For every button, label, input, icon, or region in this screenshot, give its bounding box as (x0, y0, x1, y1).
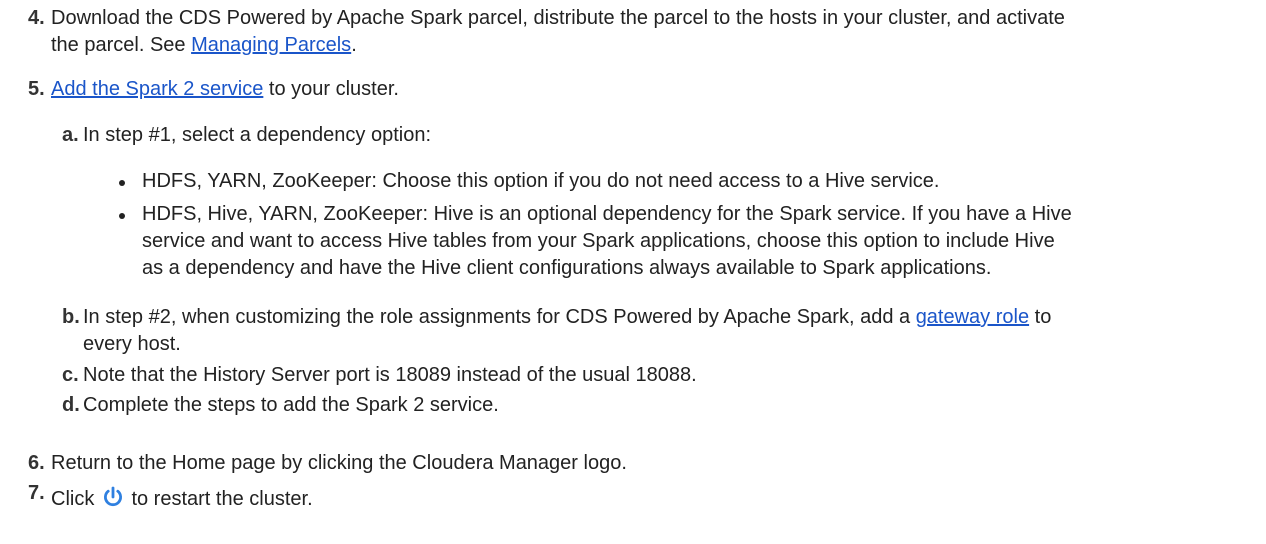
substep-text: Complete the steps to add the Spark 2 se… (83, 394, 499, 416)
step-text-fragment: the parcel. See (51, 34, 192, 56)
bullet-text: HDFS, Hive, YARN, ZooKeeper: Hive is an … (142, 203, 1072, 225)
step-text-fragment: Click (51, 488, 100, 510)
substep-text: In step #1, select a dependency option: (83, 124, 432, 146)
step-text-fragment: . (351, 34, 357, 56)
substep-label: b. (62, 306, 80, 328)
power-icon (103, 486, 122, 507)
substep-label: d. (62, 394, 80, 416)
bullet-dot (119, 180, 125, 186)
step-text-fragment: to your cluster. (263, 78, 399, 100)
substep-text: Note that the History Server port is 180… (83, 364, 697, 386)
gateway-role-link[interactable]: gateway role (916, 306, 1029, 328)
step-number: 5. (28, 78, 45, 100)
step-text-fragment: to restart the cluster. (125, 488, 313, 510)
step-text-line: Add the Spark 2 service to your cluster. (51, 78, 399, 101)
substep-text-fragment: In step #2, when customizing the role as… (83, 306, 916, 328)
substep-text: every host. (83, 333, 181, 355)
step-text-line: Click to restart the cluster. (51, 486, 313, 511)
managing-parcels-link[interactable]: Managing Parcels (191, 34, 351, 56)
substep-text-line: In step #2, when customizing the role as… (83, 306, 1051, 329)
bullet-dot (119, 213, 125, 219)
substep-text-fragment: to (1029, 306, 1052, 328)
bullet-text: service and want to access Hive tables f… (142, 230, 1055, 252)
step-number: 7. (28, 482, 45, 504)
documentation-page: 4. Download the CDS Powered by Apache Sp… (0, 0, 1266, 544)
step-text-line: the parcel. See Managing Parcels. (51, 34, 357, 57)
substep-label: c. (62, 364, 79, 386)
add-spark-2-service-link[interactable]: Add the Spark 2 service (51, 78, 263, 100)
bullet-text: as a dependency and have the Hive client… (142, 257, 992, 279)
bullet-text: HDFS, YARN, ZooKeeper: Choose this optio… (142, 170, 940, 192)
step-text: Return to the Home page by clicking the … (51, 452, 627, 474)
step-text: Download the CDS Powered by Apache Spark… (51, 7, 1065, 29)
step-number: 4. (28, 7, 45, 29)
substep-label: a. (62, 124, 79, 146)
step-number: 6. (28, 452, 45, 474)
